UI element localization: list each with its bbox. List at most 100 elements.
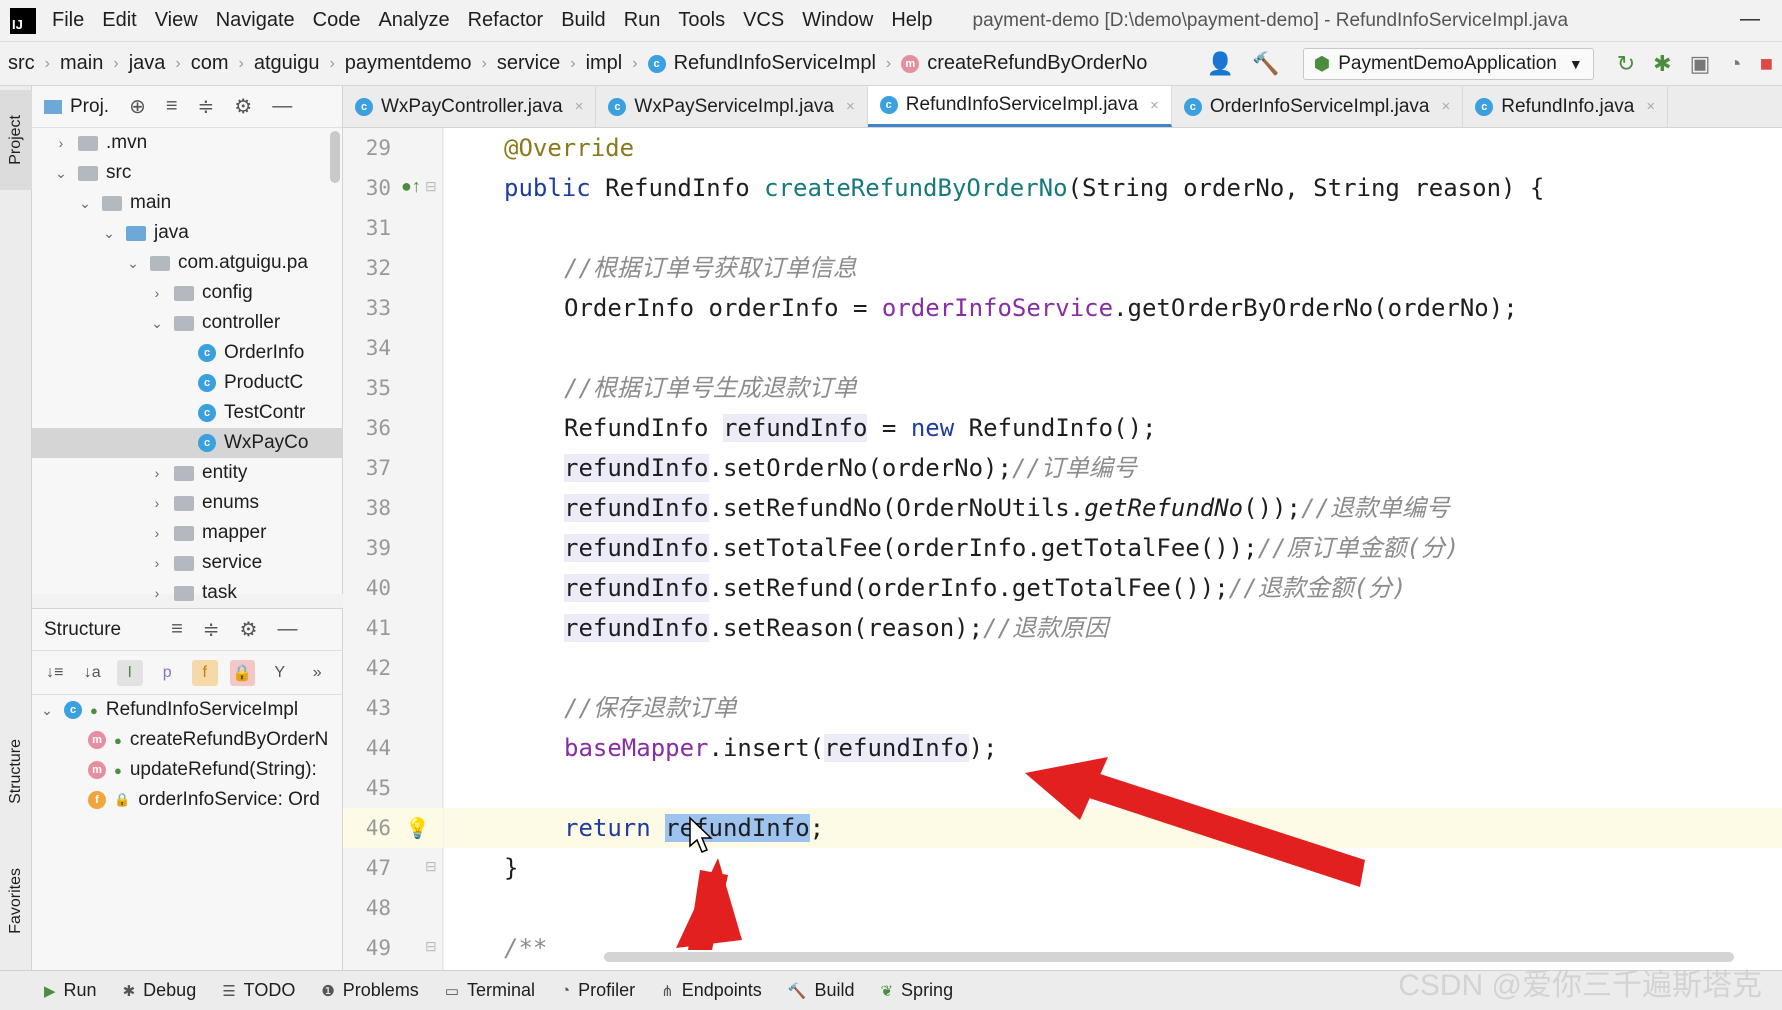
menu-refactor[interactable]: Refactor <box>468 9 544 32</box>
crumb-class[interactable]: c RefundInfoServiceImpl <box>647 52 876 75</box>
tree-item[interactable]: ⌄ controller <box>32 308 342 338</box>
expand-all-icon[interactable]: ≡ <box>166 95 178 118</box>
close-icon[interactable]: × <box>1441 98 1450 115</box>
tab-refundinfo[interactable]: c RefundInfo.java × <box>1463 86 1669 127</box>
crumb-paymentdemo[interactable]: paymentdemo <box>345 52 472 75</box>
menu-window[interactable]: Window <box>802 9 873 32</box>
tree-item[interactable]: › mapper <box>32 518 342 548</box>
sort-alpha-icon[interactable]: ↓a <box>80 660 106 686</box>
fold-icon[interactable]: ⊟ <box>425 938 437 955</box>
hide-icon[interactable]: — <box>277 618 297 641</box>
fold-icon[interactable]: ⊟ <box>425 178 437 195</box>
close-icon[interactable]: × <box>1646 98 1655 115</box>
gear-icon[interactable]: ⚙ <box>234 94 252 119</box>
run-tool-button[interactable]: ▶ Run <box>44 980 97 1001</box>
tab-wxpaycontroller[interactable]: c WxPayController.java × <box>343 86 597 127</box>
menu-tools[interactable]: Tools <box>678 9 725 32</box>
tree-item[interactable]: › enums <box>32 488 342 518</box>
crumb-java[interactable]: java <box>129 52 166 75</box>
menu-navigate[interactable]: Navigate <box>216 9 295 32</box>
crumb-service[interactable]: service <box>497 52 560 75</box>
menu-vcs[interactable]: VCS <box>743 9 784 32</box>
menu-edit[interactable]: Edit <box>102 9 136 32</box>
collapse-all-icon[interactable]: ≑ <box>203 617 220 642</box>
project-tool-tab[interactable]: Project <box>0 90 32 190</box>
tree-item[interactable]: › entity <box>32 458 342 488</box>
menu-code[interactable]: Code <box>313 9 361 32</box>
close-icon[interactable]: × <box>1150 97 1159 114</box>
menu-file[interactable]: File <box>52 9 84 32</box>
menu-help[interactable]: Help <box>891 9 932 32</box>
show-properties-icon[interactable]: p <box>155 660 181 686</box>
tab-refundinfoserviceimpl[interactable]: c RefundInfoServiceImpl.java × <box>867 86 1172 127</box>
show-lambdas-icon[interactable]: Y <box>267 660 293 686</box>
menu-build[interactable]: Build <box>561 9 605 32</box>
gear-icon[interactable]: ⚙ <box>240 617 258 642</box>
lightbulb-icon[interactable]: 💡 <box>405 816 430 841</box>
sort-visibility-icon[interactable]: ↓≡ <box>42 660 68 686</box>
tree-item[interactable]: › task <box>32 578 342 608</box>
tree-item[interactable]: c OrderInfo <box>32 338 342 368</box>
tree-item[interactable]: ⌄ java <box>32 218 342 248</box>
debug-icon[interactable]: ✱ <box>1653 51 1671 77</box>
tree-item[interactable]: ⌄ main <box>32 188 342 218</box>
override-marker-icon[interactable]: ●↑ <box>401 176 421 197</box>
tree-item[interactable]: ⌄ com.atguigu.pa <box>32 248 342 278</box>
project-scrollbar[interactable] <box>330 131 340 183</box>
project-panel-title[interactable]: Proj. <box>70 96 109 118</box>
spring-tool-button[interactable]: ❦ Spring <box>880 980 953 1001</box>
crumb-src[interactable]: src <box>8 52 35 75</box>
build-tool-button[interactable]: 🔨 Build <box>788 980 855 1001</box>
structure-item[interactable]: m ● createRefundByOrderN <box>32 725 342 755</box>
tree-item-selected[interactable]: c WxPayCo <box>32 428 342 458</box>
crumb-atguigu[interactable]: atguigu <box>254 52 320 75</box>
hide-icon[interactable]: — <box>272 95 292 118</box>
rerun-icon[interactable]: ↻ <box>1617 51 1635 77</box>
debug-tool-button[interactable]: ✱ Debug <box>123 980 197 1001</box>
minimize-icon[interactable]: — <box>1740 8 1760 31</box>
show-non-public-icon[interactable]: 🔒 <box>229 659 255 686</box>
line-number-gutter[interactable]: 29 30 ●↑ 31 32 33 34 35 36 37 38 39 40 4… <box>343 128 443 970</box>
collapse-all-icon[interactable]: ≑ <box>198 94 215 119</box>
tree-item[interactable]: c TestContr <box>32 398 342 428</box>
tree-item[interactable]: › config <box>32 278 342 308</box>
crumb-method[interactable]: m createRefundByOrderNo <box>901 52 1147 75</box>
structure-item[interactable]: f 🔒 orderInfoService: Ord <box>32 785 342 815</box>
structure-item[interactable]: ⌄ c ● RefundInfoServiceImpl <box>32 695 342 725</box>
expand-all-icon[interactable]: ≡ <box>171 618 183 641</box>
endpoints-tool-button[interactable]: ⋔ Endpoints <box>661 980 762 1001</box>
structure-item[interactable]: m ● updateRefund(String): <box>32 755 342 785</box>
terminal-tool-button[interactable]: ▭ Terminal <box>445 980 535 1001</box>
run-config-select[interactable]: ⬢ PaymentDemoApplication ▼ <box>1302 48 1594 80</box>
tree-item[interactable]: › .mvn <box>32 128 342 158</box>
code-editor[interactable]: @Override public RefundInfo createRefund… <box>444 128 1782 970</box>
build-hammer-icon[interactable]: 🔨 <box>1252 51 1279 77</box>
profiler-icon[interactable]: ◔ <box>1728 51 1741 77</box>
crumb-impl[interactable]: impl <box>586 52 623 75</box>
show-fields-icon[interactable]: f <box>192 659 218 686</box>
profiler-tool-button[interactable]: ◔ Profiler <box>561 980 635 1001</box>
tree-item[interactable]: ⌄ src <box>32 158 342 188</box>
show-inherited-icon[interactable]: I <box>117 659 143 686</box>
locate-icon[interactable]: ⊕ <box>129 94 146 119</box>
close-icon[interactable]: × <box>575 98 584 115</box>
tab-wxpayserviceimpl[interactable]: c WxPayServiceImpl.java × <box>596 86 868 127</box>
tree-item[interactable]: › service <box>32 548 342 578</box>
crumb-com[interactable]: com <box>191 52 229 75</box>
user-icon[interactable]: 👤 <box>1207 51 1234 77</box>
menu-view[interactable]: View <box>155 9 198 32</box>
stop-icon[interactable]: ■ <box>1760 51 1773 77</box>
coverage-icon[interactable]: ▣ <box>1690 51 1711 77</box>
tree-item[interactable]: c ProductC <box>32 368 342 398</box>
crumb-main[interactable]: main <box>60 52 103 75</box>
fold-icon[interactable]: ⊟ <box>425 858 437 875</box>
structure-tool-tab[interactable]: Structure <box>0 716 32 826</box>
close-icon[interactable]: × <box>846 98 855 115</box>
more-icon[interactable]: » <box>305 660 331 686</box>
todo-tool-button[interactable]: ☰ TODO <box>222 980 295 1001</box>
problems-tool-button[interactable]: ❶ Problems <box>321 980 418 1001</box>
menu-analyze[interactable]: Analyze <box>378 9 449 32</box>
tab-orderinfoserviceimpl[interactable]: c OrderInfoServiceImpl.java × <box>1172 86 1464 127</box>
favorites-tool-tab[interactable]: Favorites <box>0 846 32 956</box>
menu-run[interactable]: Run <box>624 9 661 32</box>
